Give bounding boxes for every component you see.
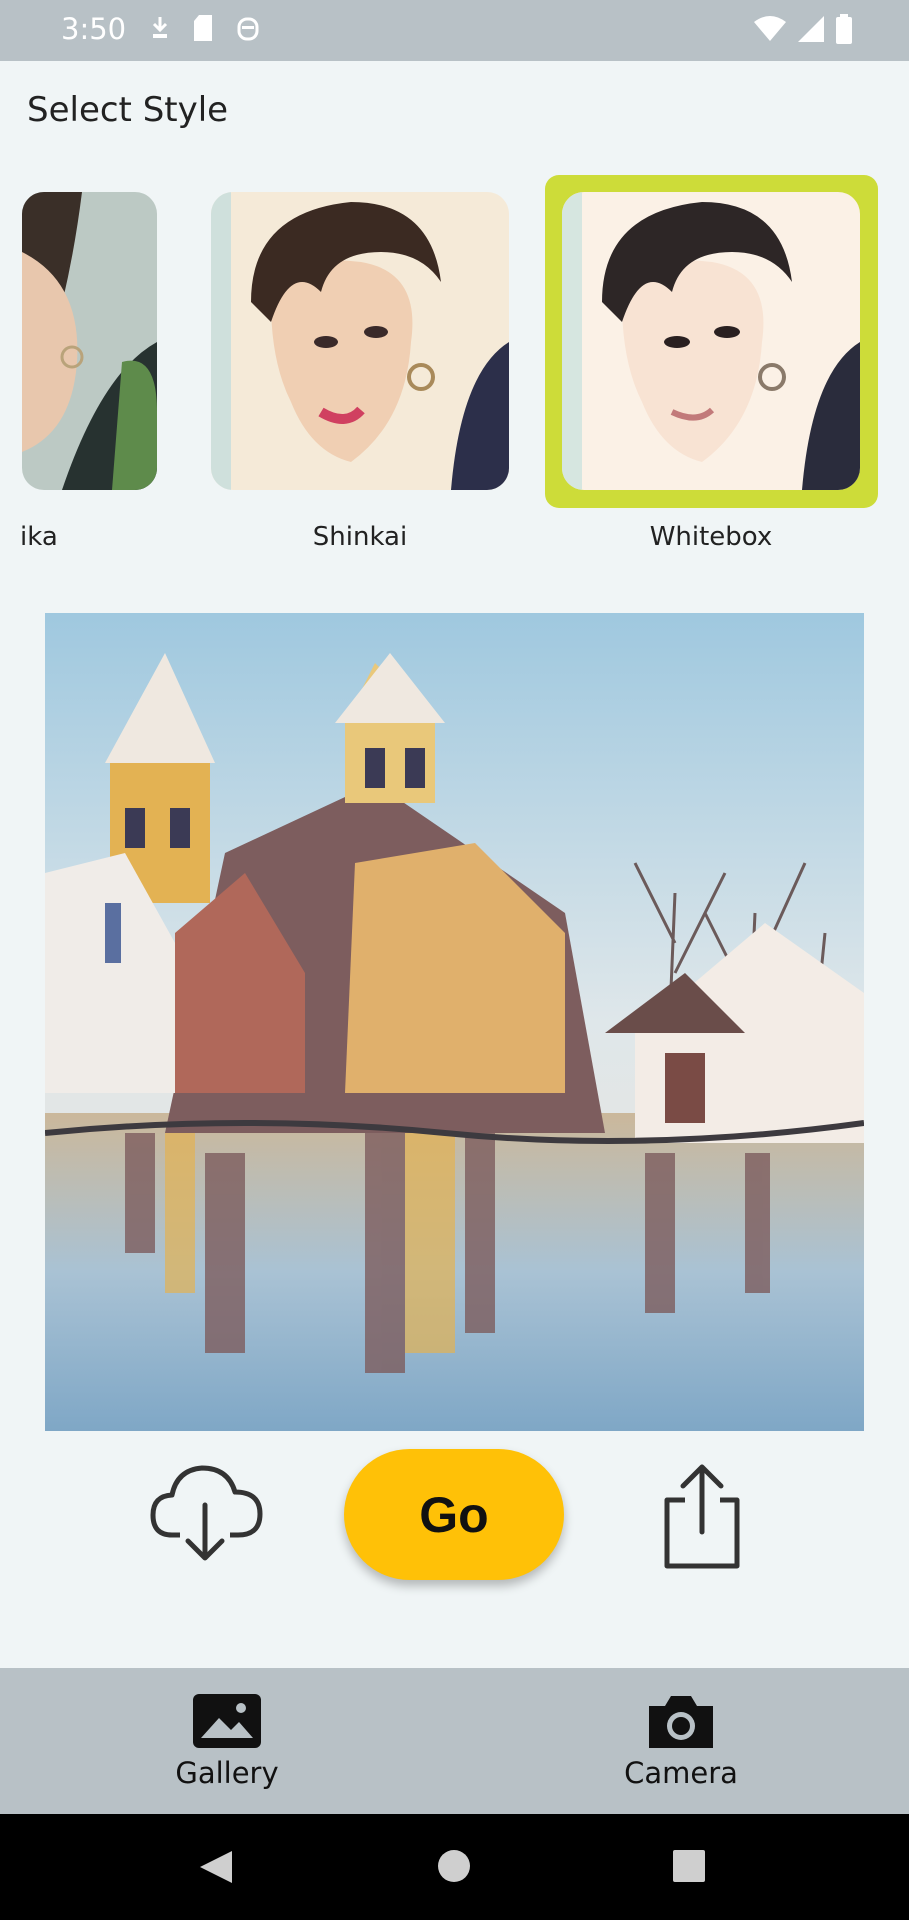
android-debug-icon — [237, 17, 259, 41]
camera-icon — [649, 1696, 713, 1748]
cloud-download-icon — [150, 1465, 263, 1561]
wifi-icon — [754, 16, 786, 41]
back-icon[interactable] — [198, 1849, 234, 1885]
style-label: Shinkai — [312, 522, 408, 552]
nav-camera[interactable]: Camera — [531, 1668, 831, 1814]
style-thumbnail — [211, 192, 509, 490]
nav-gallery-label: Gallery — [175, 1756, 279, 1790]
nav-gallery[interactable]: Gallery — [77, 1668, 377, 1814]
style-thumbnail — [22, 192, 157, 490]
system-navigation-bar — [0, 1814, 909, 1920]
status-bar: 3:50 — [0, 0, 909, 61]
style-carousel[interactable]: ika Shinkai Whitebox — [0, 170, 909, 590]
share-icon — [664, 1464, 740, 1569]
app-screen: 3:50 Select Style ika Shinkai Whitebox G… — [0, 0, 909, 1920]
portrait-thumbnail — [562, 192, 860, 490]
sd-card-icon — [194, 15, 212, 41]
stylized-image-preview — [45, 613, 864, 1431]
gallery-icon — [193, 1694, 261, 1748]
download-button[interactable] — [150, 1460, 265, 1565]
page-title: Select Style — [27, 90, 229, 130]
go-button[interactable]: Go — [344, 1449, 564, 1580]
stylized-landscape-image — [45, 613, 864, 1431]
style-thumbnail — [562, 192, 860, 490]
style-label: Whitebox — [649, 522, 773, 552]
battery-icon — [836, 14, 852, 44]
recents-icon[interactable] — [673, 1850, 705, 1882]
download-icon — [152, 17, 168, 38]
home-icon[interactable] — [437, 1849, 471, 1883]
share-button[interactable] — [655, 1462, 750, 1570]
nav-camera-label: Camera — [624, 1756, 738, 1790]
portrait-thumbnail — [211, 192, 509, 490]
status-time: 3:50 — [61, 12, 127, 46]
style-label: ika — [20, 522, 58, 552]
portrait-thumbnail — [22, 192, 157, 490]
bottom-navigation: Gallery Camera — [0, 1668, 909, 1814]
signal-icon — [798, 16, 824, 42]
